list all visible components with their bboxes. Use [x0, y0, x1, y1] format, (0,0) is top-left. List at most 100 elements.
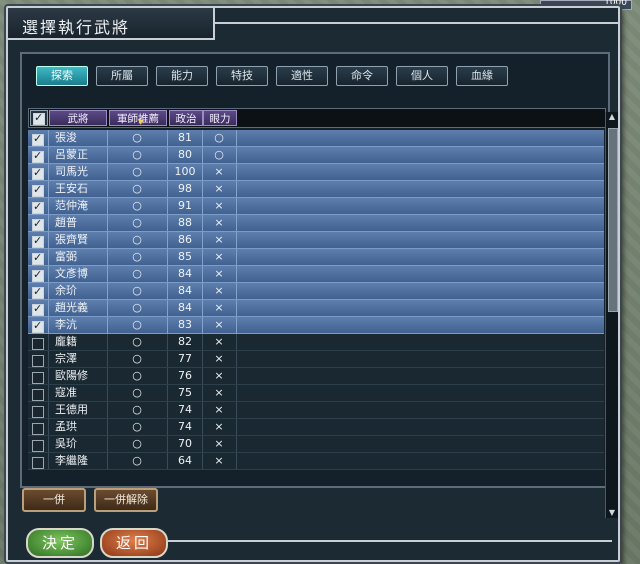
politics-value: 88 [178, 216, 192, 229]
select-all-button[interactable]: 一併 [22, 488, 86, 512]
recommend-mark: ○ [132, 267, 142, 280]
eye-mark: × [214, 335, 224, 348]
checkbox-icon [32, 131, 44, 147]
politics-value: 74 [178, 403, 192, 416]
tab-explore[interactable]: 探索 [36, 66, 88, 86]
tab-affiliation[interactable]: 所屬 [96, 66, 148, 86]
table-row[interactable]: 范仲淹 ○ 91 × [28, 198, 604, 215]
table-row[interactable]: 趙普 ○ 88 × [28, 215, 604, 232]
column-divider [167, 164, 168, 181]
column-divider [48, 351, 49, 368]
table-row[interactable]: 趙光義 ○ 84 × [28, 300, 604, 317]
table-row[interactable]: 余玠 ○ 84 × [28, 283, 604, 300]
eye-mark: × [214, 199, 224, 212]
column-politics[interactable]: 政治 [169, 110, 203, 126]
tab-skills[interactable]: 特技 [216, 66, 268, 86]
column-divider [167, 436, 168, 453]
column-divider [167, 198, 168, 215]
tab-ability[interactable]: 能力 [156, 66, 208, 86]
row-checkbox[interactable] [32, 455, 44, 470]
title-bar: 選擇執行武將 [8, 8, 215, 40]
tab-aptitude[interactable]: 適性 [276, 66, 328, 86]
column-divider [167, 368, 168, 385]
checkbox-icon [32, 250, 44, 266]
eye-mark: × [214, 216, 224, 229]
checkbox-icon [32, 182, 44, 198]
eye-mark: × [214, 318, 224, 331]
table-row[interactable]: 寇准 ○ 75 × [28, 385, 604, 402]
officer-name: 宗澤 [55, 352, 77, 365]
column-divider [236, 266, 237, 283]
confirm-button[interactable]: 決定 [26, 528, 94, 558]
column-divider [167, 351, 168, 368]
table-row[interactable]: 王安石 ○ 98 × [28, 181, 604, 198]
column-divider [202, 351, 203, 368]
deselect-all-button[interactable]: 一併解除 [94, 488, 158, 512]
table-row[interactable]: 吳玠 ○ 70 × [28, 436, 604, 453]
column-recommend[interactable]: 軍師推薦 ▼ [109, 110, 167, 126]
column-divider [167, 385, 168, 402]
column-divider [236, 147, 237, 164]
table-row[interactable]: 歐陽修 ○ 76 × [28, 368, 604, 385]
scroll-thumb[interactable] [608, 128, 618, 312]
table-row[interactable]: 宗澤 ○ 77 × [28, 351, 604, 368]
table-row[interactable]: 張齊賢 ○ 86 × [28, 232, 604, 249]
column-divider [107, 266, 108, 283]
column-divider [202, 334, 203, 351]
tab-lineage[interactable]: 血緣 [456, 66, 508, 86]
checkbox-icon [32, 372, 44, 384]
column-divider [236, 249, 237, 266]
eye-mark: ○ [214, 131, 224, 144]
eye-mark: × [214, 437, 224, 450]
column-eye[interactable]: 眼力 [203, 110, 237, 126]
recommend-mark: ○ [132, 369, 142, 382]
column-divider [236, 215, 237, 232]
column-divider [236, 181, 237, 198]
column-name[interactable]: 武將 [49, 110, 107, 126]
column-divider [236, 164, 237, 181]
table-row[interactable]: 李沆 ○ 83 × [28, 317, 604, 334]
column-divider [236, 436, 237, 453]
column-divider [236, 232, 237, 249]
politics-value: 77 [178, 352, 192, 365]
table-row[interactable]: 龐籍 ○ 82 × [28, 334, 604, 351]
scroll-up-icon[interactable]: ▲ [606, 112, 618, 122]
politics-value: 98 [178, 182, 192, 195]
tab-personal[interactable]: 個人 [396, 66, 448, 86]
politics-value: 80 [178, 148, 192, 161]
table-row[interactable]: 孟珙 ○ 74 × [28, 419, 604, 436]
column-divider [236, 198, 237, 215]
table-row[interactable]: 李繼隆 ○ 64 × [28, 453, 604, 470]
politics-value: 86 [178, 233, 192, 246]
table-row[interactable]: 司馬光 ○ 100 × [28, 164, 604, 181]
table-row[interactable]: 張浚 ○ 81 ○ [28, 130, 604, 147]
table-row[interactable]: 王德用 ○ 74 × [28, 402, 604, 419]
scrollbar[interactable]: ▲ ▼ [605, 112, 618, 518]
table-row[interactable]: 文彥博 ○ 84 × [28, 266, 604, 283]
tab-command[interactable]: 命令 [336, 66, 388, 86]
checkbox-icon [32, 148, 44, 164]
column-divider [236, 453, 237, 470]
table-row[interactable]: 呂蒙正 ○ 80 ○ [28, 147, 604, 164]
select-all-checkbox[interactable] [30, 110, 48, 126]
recommend-mark: ○ [132, 301, 142, 314]
eye-mark: × [214, 454, 224, 467]
officer-name: 富弼 [55, 250, 77, 263]
column-divider [236, 300, 237, 317]
recommend-mark: ○ [132, 216, 142, 229]
table-row[interactable]: 富弼 ○ 85 × [28, 249, 604, 266]
column-divider [167, 300, 168, 317]
officer-name: 李繼隆 [55, 454, 88, 467]
checkbox-icon [32, 216, 44, 232]
recommend-mark: ○ [132, 352, 142, 365]
back-button[interactable]: 返回 [100, 528, 168, 558]
politics-value: 76 [178, 369, 192, 382]
checkbox-icon [32, 199, 44, 215]
column-divider [236, 385, 237, 402]
officer-name: 張浚 [55, 131, 77, 144]
column-divider [48, 368, 49, 385]
scroll-down-icon[interactable]: ▼ [606, 508, 618, 518]
title-divider [213, 22, 618, 24]
officer-name: 司馬光 [55, 165, 88, 178]
recommend-mark: ○ [132, 148, 142, 161]
